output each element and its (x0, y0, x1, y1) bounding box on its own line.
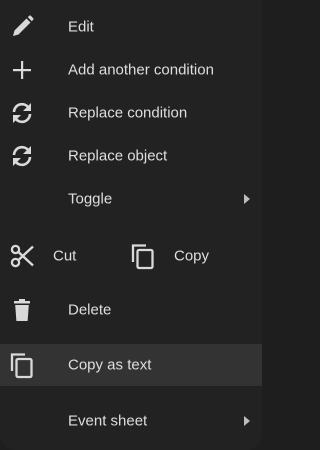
copy-button[interactable]: Copy (120, 234, 262, 278)
copy-label: Copy (174, 247, 210, 265)
menu-item-add-condition[interactable]: Add another condition (0, 49, 262, 91)
menu-item-event-sheet[interactable]: Event sheet (0, 400, 262, 442)
menu-item-toggle[interactable]: Toggle (0, 178, 262, 220)
menu-item-label: Replace condition (68, 104, 188, 122)
context-menu: Edit Add another condition Replace condi… (0, 0, 262, 450)
copy-icon (129, 242, 157, 270)
chevron-right-icon (244, 416, 250, 426)
scissors-icon (8, 242, 36, 270)
cut-button[interactable]: Cut (0, 234, 120, 278)
menu-item-delete[interactable]: Delete (0, 289, 262, 331)
menu-item-replace-object[interactable]: Replace object (0, 135, 262, 177)
chevron-right-icon (244, 194, 250, 204)
menu-item-replace-condition[interactable]: Replace condition (0, 92, 262, 134)
menu-item-label: Copy as text (68, 356, 152, 374)
refresh-icon (8, 142, 36, 170)
copy-icon (8, 351, 36, 379)
cut-copy-row: Cut Copy (0, 234, 262, 278)
trash-icon (8, 296, 36, 324)
menu-item-label: Edit (68, 18, 94, 36)
pencil-icon (8, 13, 36, 41)
cut-label: Cut (53, 247, 77, 265)
menu-item-label: Event sheet (68, 412, 148, 430)
menu-item-label: Delete (68, 301, 112, 319)
refresh-icon (8, 99, 36, 127)
menu-item-edit[interactable]: Edit (0, 6, 262, 48)
menu-item-label: Add another condition (68, 61, 214, 79)
menu-item-label: Toggle (68, 190, 113, 208)
menu-item-copy-as-text[interactable]: Copy as text (0, 344, 262, 386)
plus-icon (8, 56, 36, 84)
menu-item-label: Replace object (68, 147, 168, 165)
